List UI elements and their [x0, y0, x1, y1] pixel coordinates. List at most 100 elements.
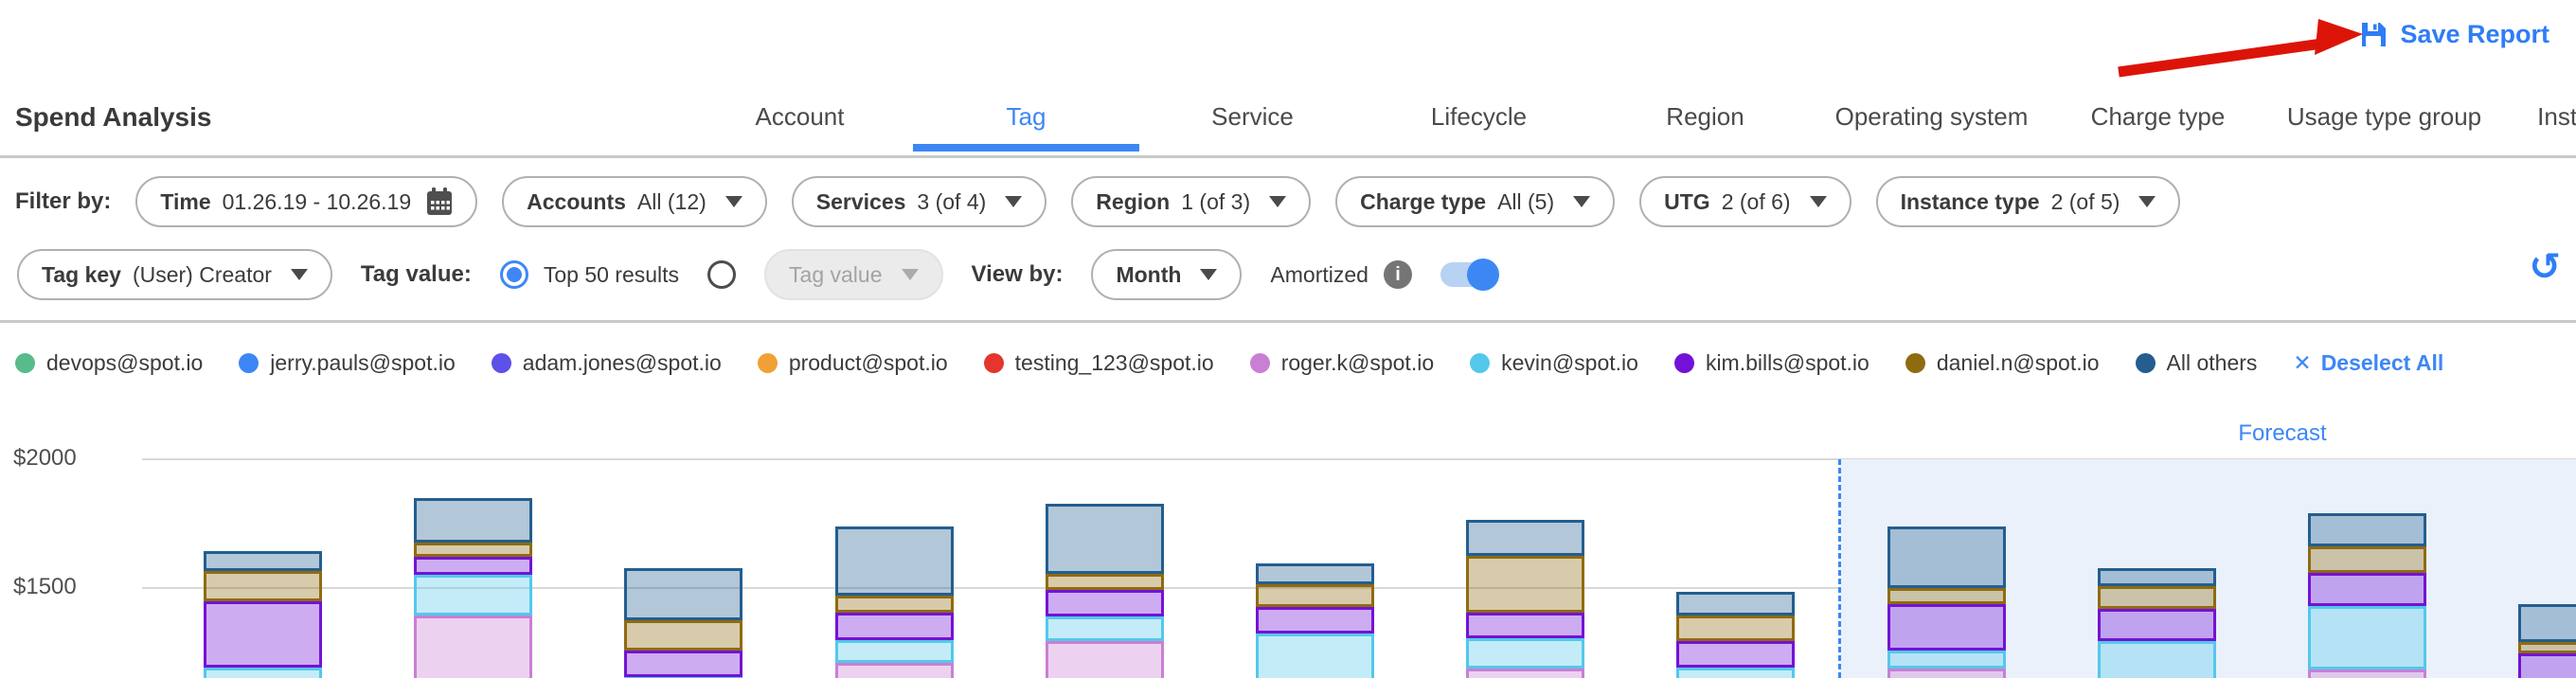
- pill-label: Region: [1096, 189, 1170, 215]
- bar-segment[interactable]: [414, 498, 532, 543]
- bar-segment[interactable]: [204, 601, 322, 668]
- bar-segment[interactable]: [1466, 556, 1584, 613]
- bar-segment[interactable]: [835, 613, 954, 640]
- tab-service[interactable]: Service: [1139, 83, 1366, 150]
- bar-segment[interactable]: [624, 620, 742, 651]
- legend-item[interactable]: All others: [2136, 350, 2258, 376]
- top-50-results-label: Top 50 results: [544, 262, 679, 288]
- bar-segment[interactable]: [1256, 563, 1374, 584]
- legend-item[interactable]: kim.bills@spot.io: [1674, 350, 1869, 376]
- bar-segment[interactable]: [2098, 568, 2216, 586]
- region-filter-dropdown[interactable]: Region1 (of 3): [1071, 176, 1311, 227]
- legend-item[interactable]: adam.jones@spot.io: [492, 350, 722, 376]
- tab-account[interactable]: Account: [687, 83, 913, 150]
- bar-segment[interactable]: [1046, 616, 1164, 641]
- legend-item[interactable]: daniel.n@spot.io: [1905, 350, 2100, 376]
- bar-segment[interactable]: [2518, 604, 2576, 642]
- bar-segment[interactable]: [204, 668, 322, 678]
- bar-segment[interactable]: [835, 640, 954, 663]
- legend-item[interactable]: product@spot.io: [758, 350, 948, 376]
- bar-segment[interactable]: [414, 543, 532, 557]
- bar-segment[interactable]: [2098, 641, 2216, 678]
- bar-segment[interactable]: [2098, 586, 2216, 609]
- instance-type-filter-dropdown[interactable]: Instance type2 (of 5): [1876, 176, 2181, 227]
- save-report-button[interactable]: Save Report: [2358, 19, 2549, 49]
- chevron-down-icon: [902, 269, 919, 280]
- bar-segment[interactable]: [1256, 633, 1374, 678]
- bar-segment[interactable]: [1887, 588, 2006, 604]
- view-by-dropdown[interactable]: Month: [1091, 249, 1242, 300]
- chart-legend: devops@spot.io jerry.pauls@spot.io adam.jo…: [15, 345, 2443, 381]
- legend-item[interactable]: jerry.pauls@spot.io: [239, 350, 456, 376]
- tab-usage-type-group[interactable]: Usage type group: [2271, 83, 2497, 150]
- bar-segment[interactable]: [1676, 592, 1795, 616]
- bar-segment[interactable]: [414, 616, 532, 678]
- bar-segment[interactable]: [624, 568, 742, 620]
- utg-filter-dropdown[interactable]: UTG2 (of 6): [1639, 176, 1851, 227]
- charge-type-filter-dropdown[interactable]: Charge typeAll (5): [1335, 176, 1615, 227]
- bar-segment[interactable]: [1676, 668, 1795, 678]
- tab-instance-type[interactable]: Instance type: [2497, 83, 2576, 150]
- bar-segment[interactable]: [1676, 616, 1795, 641]
- save-report-label: Save Report: [2400, 20, 2549, 49]
- chevron-down-icon: [291, 269, 308, 280]
- tab-lifecycle[interactable]: Lifecycle: [1366, 83, 1592, 150]
- bar-segment[interactable]: [1466, 669, 1584, 678]
- view-by-label: View by:: [972, 261, 1064, 288]
- bar-segment[interactable]: [835, 596, 954, 613]
- bar-segment[interactable]: [1466, 520, 1584, 556]
- bar-segment[interactable]: [2518, 642, 2576, 653]
- bar-segment[interactable]: [2308, 546, 2426, 573]
- bar-segment[interactable]: [204, 551, 322, 571]
- legend-item[interactable]: roger.k@spot.io: [1250, 350, 1434, 376]
- bar-segment[interactable]: [414, 575, 532, 616]
- bar-segment[interactable]: [1046, 574, 1164, 590]
- bar-segment[interactable]: [2518, 653, 2576, 678]
- deselect-all-button[interactable]: ✕Deselect All: [2293, 350, 2443, 376]
- bar-segment[interactable]: [624, 651, 742, 677]
- legend-item[interactable]: kevin@spot.io: [1470, 350, 1638, 376]
- legend-item-label: daniel.n@spot.io: [1937, 350, 2100, 376]
- tag-key-dropdown[interactable]: Tag key (User) Creator: [17, 249, 332, 300]
- legend-item[interactable]: testing_123@spot.io: [984, 350, 1214, 376]
- bar-segment[interactable]: [1256, 607, 1374, 633]
- legend-dot-icon: [1250, 353, 1270, 373]
- info-icon[interactable]: i: [1384, 260, 1412, 289]
- amortized-toggle[interactable]: [1440, 262, 1495, 287]
- bar-segment[interactable]: [414, 557, 532, 575]
- bar-segment[interactable]: [2308, 513, 2426, 546]
- bar-segment[interactable]: [1256, 584, 1374, 607]
- bar-segment[interactable]: [835, 663, 954, 678]
- bar-segment[interactable]: [1676, 641, 1795, 668]
- bar-segment[interactable]: [1887, 669, 2006, 678]
- services-filter-dropdown[interactable]: Services3 (of 4): [792, 176, 1047, 227]
- bar-segment[interactable]: [835, 526, 954, 596]
- tab-charge-type[interactable]: Charge type: [2045, 83, 2271, 150]
- bar-segment[interactable]: [2308, 606, 2426, 669]
- tab-tag[interactable]: Tag: [913, 83, 1139, 150]
- accounts-filter-dropdown[interactable]: AccountsAll (12): [502, 176, 767, 227]
- bar-segment[interactable]: [1887, 651, 2006, 669]
- bar-segment[interactable]: [1466, 638, 1584, 669]
- legend-dot-icon: [1674, 353, 1694, 373]
- bar-segment[interactable]: [1466, 613, 1584, 638]
- bar-segment[interactable]: [1046, 504, 1164, 574]
- legend-dot-icon: [2136, 353, 2156, 373]
- time-filter-dropdown[interactable]: Time01.26.19 - 10.26.19: [135, 176, 477, 227]
- custom-tag-value-radio[interactable]: [707, 260, 736, 289]
- bar-segment[interactable]: [1046, 641, 1164, 678]
- bar-segment[interactable]: [2308, 573, 2426, 606]
- legend-item[interactable]: devops@spot.io: [15, 350, 203, 376]
- bar-segment[interactable]: [2098, 609, 2216, 641]
- filters-divider: [0, 320, 2576, 323]
- bar-segment[interactable]: [1046, 590, 1164, 616]
- bar-segment[interactable]: [2308, 669, 2426, 678]
- bar-segment[interactable]: [1887, 526, 2006, 588]
- bar-segment[interactable]: [204, 571, 322, 601]
- top-50-results-radio[interactable]: [500, 260, 528, 289]
- refresh-icon[interactable]: ↺: [2529, 248, 2561, 286]
- bar-segment[interactable]: [1887, 604, 2006, 651]
- tab-operating-system[interactable]: Operating system: [1818, 83, 2045, 150]
- tab-region[interactable]: Region: [1592, 83, 1818, 150]
- pill-label: UTG: [1664, 189, 1710, 215]
